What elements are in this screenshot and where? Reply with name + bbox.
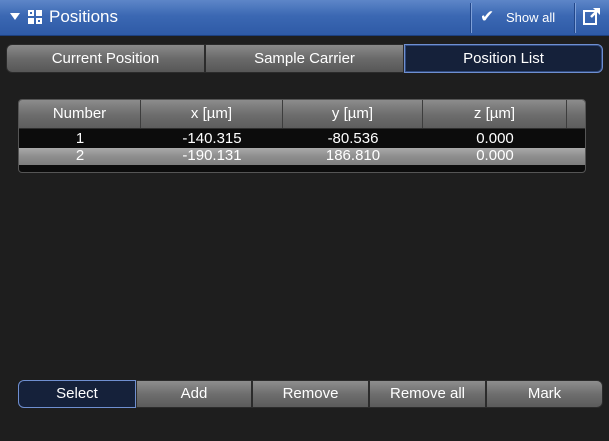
remove-button[interactable]: Remove	[252, 380, 369, 408]
detach-window-icon[interactable]	[583, 7, 601, 25]
position-actions: Select Add Remove Remove all Mark	[18, 380, 603, 408]
cell-x: -140.315	[182, 130, 242, 147]
cell-y: 186.810	[325, 147, 381, 164]
column-header-x[interactable]: x [µm]	[141, 100, 283, 128]
tab-current-position[interactable]: Current Position	[6, 44, 205, 73]
column-header-y[interactable]: y [µm]	[283, 100, 423, 128]
cell-y: -80.536	[327, 130, 379, 147]
cell-x: -190.131	[182, 147, 242, 164]
column-header-z[interactable]: z [µm]	[423, 100, 567, 128]
remove-all-button[interactable]: Remove all	[369, 380, 486, 408]
column-header-spacer	[567, 100, 585, 128]
tab-position-list[interactable]: Position List	[404, 44, 603, 73]
position-list-table: Number x [µm] y [µm] z [µm] 1 -140.315 -…	[18, 99, 586, 173]
table-header: Number x [µm] y [µm] z [µm]	[19, 100, 585, 129]
table-row-selected[interactable]: 2 -190.131 186.810 0.000	[19, 148, 585, 165]
show-all-toggle[interactable]: ✔ Show all	[478, 0, 570, 36]
collapse-arrow-icon[interactable]	[10, 13, 20, 20]
panel-title: Positions	[49, 7, 118, 26]
panel-title-bar: Positions ✔ Show all	[0, 0, 609, 36]
tab-sample-carrier[interactable]: Sample Carrier	[205, 44, 404, 73]
cell-number: 1	[75, 130, 85, 147]
cell-z: 0.000	[476, 130, 514, 147]
positions-icon	[28, 10, 42, 24]
table-row[interactable]: 1 -140.315 -80.536 0.000	[19, 131, 585, 148]
mark-button[interactable]: Mark	[486, 380, 603, 408]
title-separator	[470, 3, 471, 33]
positions-panel: Positions ✔ Show all Current Position Sa…	[0, 0, 609, 441]
select-button[interactable]: Select	[18, 380, 136, 408]
cell-z: 0.000	[476, 147, 514, 164]
show-all-label: Show all	[506, 10, 556, 25]
cell-number: 2	[75, 147, 85, 164]
title-separator	[574, 3, 575, 33]
check-icon: ✔	[480, 7, 495, 26]
column-header-number[interactable]: Number	[19, 100, 141, 128]
position-tabs: Current Position Sample Carrier Position…	[6, 44, 603, 73]
add-button[interactable]: Add	[136, 380, 252, 408]
